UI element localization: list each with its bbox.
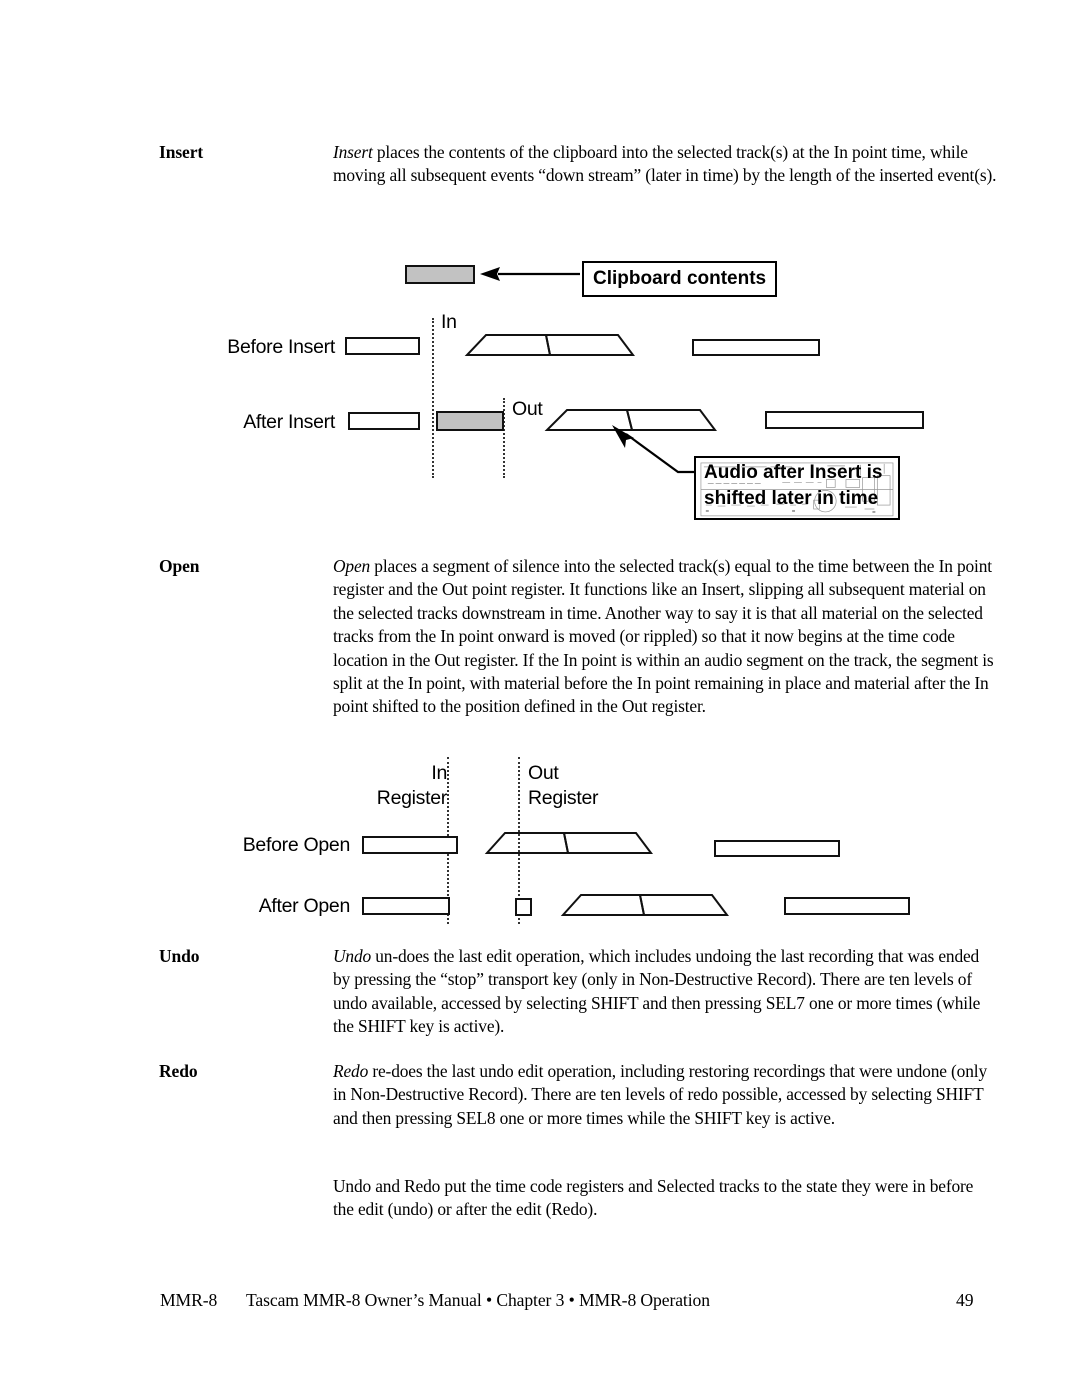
after-open-track-block-2 — [784, 897, 910, 915]
body-open-text: places a segment of silence into the sel… — [333, 556, 994, 717]
in-point-label: In — [441, 311, 457, 333]
in-point-guide-line — [432, 318, 434, 478]
term-undo: Undo — [159, 946, 200, 966]
in-register-label-line2: Register — [376, 787, 448, 809]
clipboard-chip — [405, 265, 475, 284]
after-insert-track-block-2 — [765, 411, 924, 429]
before-insert-row-label: Before Insert — [227, 336, 335, 358]
before-open-track-block-1 — [362, 836, 458, 854]
body-undo-redo-note: Undo and Redo put the time code register… — [333, 1176, 974, 1220]
out-point-label: Out — [512, 398, 543, 420]
body-redo: Redo re-does the last undo edit operatio… — [333, 1060, 998, 1130]
body-undo: Undo un-does the last edit operation, wh… — [333, 945, 998, 1039]
after-open-audio-segment-pair — [560, 894, 729, 916]
after-insert-audio-segment-pair — [544, 409, 717, 431]
body-undo-italic-lead: Undo — [333, 946, 372, 966]
shifted-later-callout-line1: Audio after Insert is — [704, 462, 883, 483]
term-redo: Redo — [159, 1061, 198, 1081]
after-insert-inserted-clip — [436, 411, 504, 431]
footer-manual-title: Tascam MMR-8 Owner’s Manual • Chapter 3 … — [246, 1290, 710, 1310]
footer-product-label: MMR-8 — [160, 1290, 218, 1310]
clipboard-contents-label: Clipboard contents — [593, 268, 767, 289]
body-insert: Insert places the contents of the clipbo… — [333, 141, 998, 188]
term-insert: Insert — [159, 142, 204, 162]
before-open-row-label: Before Open — [242, 834, 351, 856]
before-open-track-block-2 — [714, 840, 840, 857]
after-insert-track-block-1 — [348, 412, 420, 430]
after-insert-row-label: After Insert — [243, 411, 335, 433]
clipboard-arrow-icon — [480, 267, 580, 281]
manual-page: Insert Insert places the contents of the… — [0, 0, 1080, 1397]
body-redo-italic-lead: Redo — [333, 1061, 369, 1081]
body-insert-text: places the contents of the clipboard int… — [333, 142, 997, 186]
term-open: Open — [159, 556, 200, 576]
out-point-guide-line — [503, 398, 505, 478]
body-insert-italic-lead: Insert — [333, 142, 373, 162]
after-open-track-block-1 — [362, 897, 450, 915]
before-insert-track-block-1 — [345, 337, 420, 355]
shifted-later-callout-line2: shifted later in time — [704, 488, 879, 509]
before-insert-audio-segment-pair — [464, 334, 635, 356]
after-open-split-fragment — [515, 898, 532, 916]
footer-page-number: 49 — [956, 1290, 974, 1310]
in-register-label-line1: In — [431, 762, 447, 784]
body-redo-text: re-does the last undo edit operation, in… — [333, 1061, 987, 1128]
out-register-label-line1: Out — [528, 762, 559, 784]
body-undo-text: un-does the last edit operation, which i… — [333, 946, 981, 1037]
after-open-row-label: After Open — [258, 895, 351, 917]
clipboard-contents-callout: Clipboard contents — [582, 261, 778, 297]
body-open-italic-lead: Open — [333, 556, 371, 576]
before-open-audio-segment-pair — [484, 832, 653, 854]
out-register-label-line2: Register — [528, 787, 599, 809]
shifted-later-callout: Audio after Insert is shifted later in t… — [694, 456, 900, 520]
before-insert-track-block-2 — [692, 339, 820, 356]
body-open: Open places a segment of silence into th… — [333, 555, 998, 719]
